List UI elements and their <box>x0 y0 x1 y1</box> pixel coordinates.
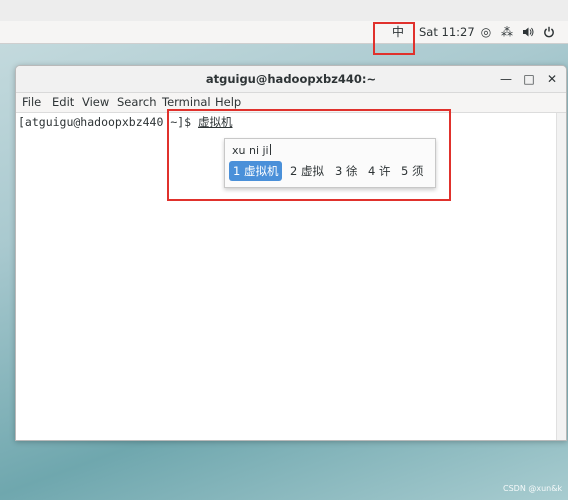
menu-file[interactable]: File <box>22 93 41 112</box>
clock[interactable]: Sat 11:27 <box>419 21 475 43</box>
preedit-text: 虚拟机 <box>198 115 233 129</box>
command-line: [atguigu@hadoopxbz440 ~]$ 虚拟机 <box>18 115 233 129</box>
menu-help[interactable]: Help <box>215 93 241 112</box>
pinyin-preedit: xu ni ji <box>232 144 271 157</box>
network-icon[interactable]: ⁂ <box>500 21 514 43</box>
menu-bar: File Edit View Search Terminal Help <box>16 93 566 113</box>
menu-edit[interactable]: Edit <box>52 93 74 112</box>
watermark: CSDN @xun&k <box>503 484 563 493</box>
shell-prompt: [atguigu@hadoopxbz440 ~]$ <box>18 115 199 129</box>
window-title: atguigu@hadoopxbz440:~ <box>205 72 377 86</box>
ime-candidate-popup: xu ni ji 1 虚拟机 2 虚拟 3 徐 4 许 5 须 <box>224 138 436 188</box>
minimize-button[interactable]: — <box>496 66 516 92</box>
terminal-window: atguigu@hadoopxbz440:~ — □ ✕ File Edit V… <box>15 65 567 441</box>
candidate-2[interactable]: 2 虚拟 <box>286 161 328 181</box>
text-caret <box>269 144 271 155</box>
menu-terminal[interactable]: Terminal <box>162 93 211 112</box>
volume-icon[interactable] <box>521 21 535 43</box>
maximize-button[interactable]: □ <box>519 66 539 92</box>
candidate-3[interactable]: 3 徐 <box>331 161 361 181</box>
title-bar[interactable]: atguigu@hadoopxbz440:~ — □ ✕ <box>16 66 566 93</box>
top-strip <box>0 0 568 22</box>
power-icon[interactable] <box>542 21 556 43</box>
candidate-4[interactable]: 4 许 <box>364 161 394 181</box>
top-panel: 中 Sat 11:27 ◎ ⁂ <box>0 21 568 44</box>
input-method-indicator[interactable]: 中 <box>392 21 404 43</box>
candidate-5[interactable]: 5 须 <box>397 161 427 181</box>
target-icon[interactable]: ◎ <box>479 21 493 43</box>
menu-search[interactable]: Search <box>117 93 157 112</box>
candidate-1[interactable]: 1 虚拟机 <box>229 161 283 181</box>
menu-view[interactable]: View <box>82 93 109 112</box>
close-button[interactable]: ✕ <box>542 66 562 92</box>
scrollbar[interactable] <box>556 113 566 440</box>
